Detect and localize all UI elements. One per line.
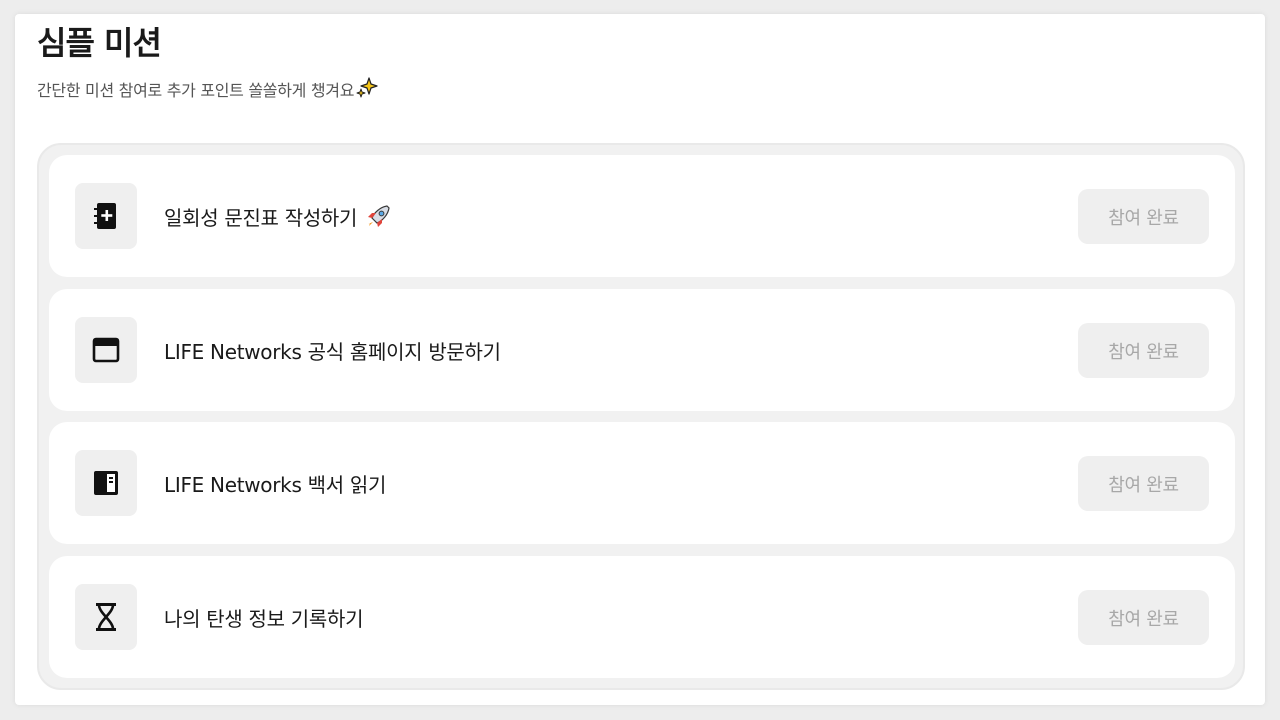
sparkle-icon (356, 76, 378, 102)
participation-complete-button[interactable]: 참여 완료 (1078, 456, 1209, 511)
browser-window-icon (75, 317, 137, 383)
mission-label-text: LIFE Networks 백서 읽기 (164, 473, 387, 497)
mission-label: 일회성 문진표 작성하기 (164, 202, 391, 231)
subtitle-text: 간단한 미션 참여로 추가 포인트 쏠쏠하게 챙겨요 (37, 81, 355, 100)
mission-label: LIFE Networks 백서 읽기 (164, 469, 386, 498)
mission-item: LIFE Networks 공식 홈페이지 방문하기 참여 완료 (49, 289, 1235, 411)
page-title: 심플 미션 (37, 24, 162, 62)
mission-label-text: 일회성 문진표 작성하기 (164, 206, 358, 230)
mission-item: 나의 탄생 정보 기록하기 참여 완료 (49, 556, 1235, 678)
participation-complete-button[interactable]: 참여 완료 (1078, 323, 1209, 378)
participation-complete-button[interactable]: 참여 완료 (1078, 590, 1209, 645)
mission-list: 일회성 문진표 작성하기 참여 완료 LIFE Networks 공식 홈페이지… (37, 143, 1245, 690)
simple-mission-panel: 심플 미션 간단한 미션 참여로 추가 포인트 쏠쏠하게 챙겨요 일회성 문진표… (15, 14, 1265, 705)
mission-label: 나의 탄생 정보 기록하기 (164, 603, 363, 632)
mission-label-text: 나의 탄생 정보 기록하기 (164, 607, 364, 631)
mission-label: LIFE Networks 공식 홈페이지 방문하기 (164, 336, 501, 365)
book-icon (75, 450, 137, 516)
participation-complete-button[interactable]: 참여 완료 (1078, 189, 1209, 244)
mission-item: 일회성 문진표 작성하기 참여 완료 (49, 155, 1235, 277)
mission-item: LIFE Networks 백서 읽기 참여 완료 (49, 422, 1235, 544)
mission-label-text: LIFE Networks 공식 홈페이지 방문하기 (164, 340, 501, 364)
rocket-emoji-icon (365, 204, 391, 230)
hourglass-icon (75, 584, 137, 650)
notebook-plus-icon (75, 183, 137, 249)
page-subtitle: 간단한 미션 참여로 추가 포인트 쏠쏠하게 챙겨요 (37, 76, 378, 102)
